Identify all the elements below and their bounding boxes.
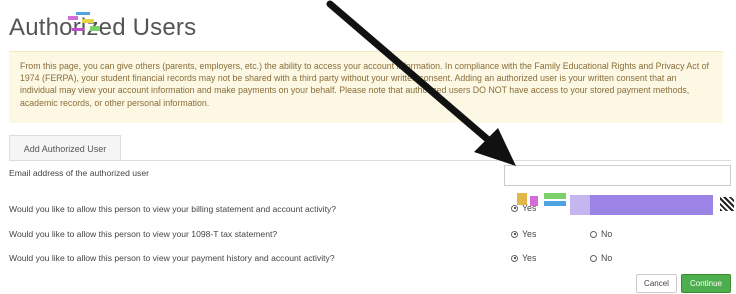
payment-history-yes-option[interactable]: Yes — [511, 253, 536, 263]
image-artifact — [510, 193, 736, 215]
payment-history-no-label: No — [601, 253, 613, 263]
1098t-yes-label: Yes — [522, 229, 537, 239]
tab-divider — [9, 160, 731, 161]
continue-button[interactable]: Continue — [681, 274, 731, 293]
radio-icon[interactable] — [511, 230, 518, 238]
image-artifact — [68, 10, 106, 40]
1098t-no-option[interactable]: No — [590, 229, 612, 239]
radio-icon[interactable] — [511, 254, 518, 262]
payment-history-no-option[interactable]: No — [590, 253, 612, 263]
1098t-no-label: No — [601, 229, 613, 239]
ferpa-notice: From this page, you can give others (par… — [9, 51, 723, 123]
email-label: Email address of the authorized user — [9, 168, 149, 178]
cancel-button[interactable]: Cancel — [636, 274, 677, 293]
question-payment-history-label: Would you like to allow this person to v… — [9, 253, 335, 263]
question-billing-label: Would you like to allow this person to v… — [9, 204, 337, 214]
email-field[interactable] — [504, 165, 731, 186]
radio-icon[interactable] — [590, 254, 597, 262]
1098t-yes-option[interactable]: Yes — [511, 229, 536, 239]
question-1098t-label: Would you like to allow this person to v… — [9, 229, 278, 239]
payment-history-yes-label: Yes — [522, 253, 537, 263]
tab-add-authorized-user[interactable]: Add Authorized User — [9, 135, 121, 161]
radio-icon[interactable] — [590, 230, 597, 238]
